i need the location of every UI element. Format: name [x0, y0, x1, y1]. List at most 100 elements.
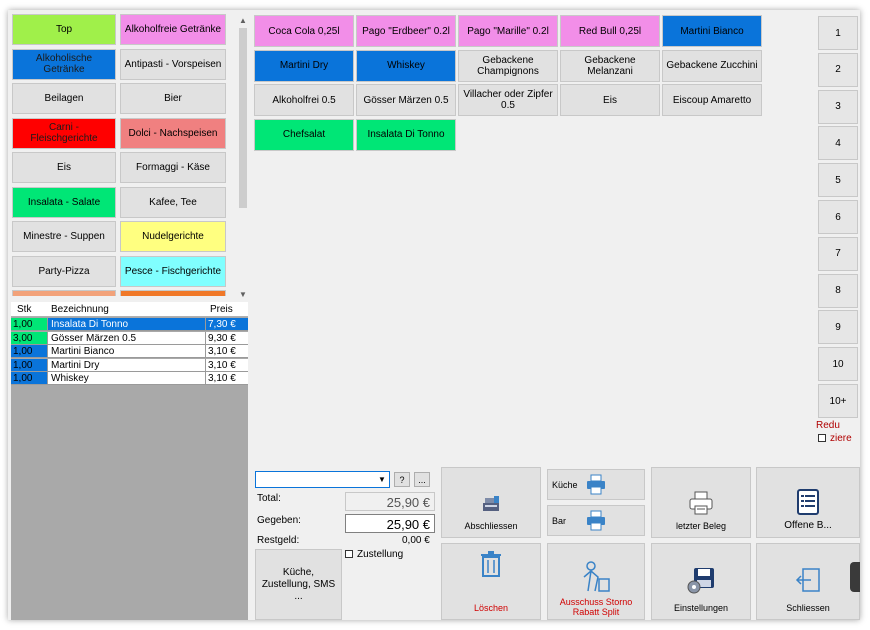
table-number-button[interactable]: 10 [818, 347, 858, 382]
category-button[interactable]: Nudelgerichte [120, 221, 226, 252]
category-button[interactable]: Alkoholische Getränke [12, 48, 116, 80]
col-header-qty: Stk [17, 304, 32, 315]
product-button[interactable]: Eiscoup Amaretto [662, 84, 762, 116]
loeschen-button[interactable]: Löschen [441, 543, 541, 620]
list-document-icon [797, 489, 819, 515]
kueche-print-button[interactable]: Küche [547, 469, 645, 500]
category-button[interactable]: Bier [120, 83, 226, 114]
row-qty: 1,00 [11, 318, 47, 330]
category-button[interactable]: Formaggi - Käse [120, 152, 226, 183]
delivery-checkbox-row[interactable]: Zustellung [345, 549, 403, 560]
product-button[interactable]: Pago "Marille" 0.2l [458, 15, 558, 47]
product-button[interactable]: Eis [560, 84, 660, 116]
offene-belege-button[interactable]: Offene B... [756, 467, 860, 538]
more-button[interactable]: ... [414, 472, 430, 487]
total-value: 25,90 € [345, 492, 435, 511]
product-button[interactable]: Gebackene Zucchini [662, 49, 762, 82]
table-row[interactable]: 1,00 Insalata Di Tonno 7,30 € [11, 318, 248, 331]
table-number-button[interactable]: 8 [818, 273, 858, 308]
table-row[interactable]: 1,00 Whiskey 3,10 € [11, 372, 248, 386]
scroll-down-icon[interactable]: ▼ [237, 288, 249, 300]
product-button[interactable]: Martini Bianco [662, 15, 762, 47]
table-number-button[interactable]: 9 [818, 310, 858, 345]
product-button[interactable]: Gebackene Melanzani [560, 49, 660, 82]
customer-combo[interactable]: ▼ [255, 471, 390, 488]
category-button[interactable]: Alkoholfreie Getränke [120, 14, 226, 45]
scroll-up-icon[interactable]: ▲ [237, 14, 249, 26]
category-button[interactable]: Kafee, Tee [120, 186, 226, 218]
row-name: Martini Bianco [51, 346, 115, 358]
table-number-button[interactable]: 4 [818, 126, 858, 161]
table-number-button[interactable]: 5 [818, 163, 858, 198]
category-partial-right[interactable] [120, 290, 226, 296]
table-number-button[interactable]: 2 [818, 52, 858, 87]
category-button[interactable]: Eis [12, 152, 116, 183]
product-button[interactable]: Whiskey [356, 49, 456, 82]
row-name: Martini Dry [51, 359, 100, 371]
category-button[interactable]: Pesce - Fischgerichte [120, 255, 226, 287]
row-name: Gösser Märzen 0.5 [51, 332, 137, 344]
product-button[interactable]: Insalata Di Tonno [356, 118, 456, 151]
printer-icon [587, 474, 605, 495]
row-qty: 1,00 [11, 358, 47, 371]
order-table[interactable]: Stk Bezeichnung Preis 1,00 Insalata Di To… [11, 302, 248, 620]
category-button[interactable]: Top [12, 14, 116, 45]
kitchen-delivery-sms-button[interactable]: Küche, Zustellung, SMS ... [255, 549, 342, 620]
category-button[interactable]: Minestre - Suppen [12, 221, 116, 252]
delivery-checkbox[interactable] [345, 550, 353, 558]
bar-print-button[interactable]: Bar [547, 505, 645, 536]
category-button[interactable]: Carni - Fleischgerichte [12, 117, 116, 149]
waiter-icon [583, 561, 610, 592]
table-row[interactable]: 3,00 Gösser Märzen 0.5 9,30 € [11, 331, 248, 345]
table-number-button[interactable]: 7 [818, 236, 858, 271]
reduzieren-label: Redu [816, 420, 840, 431]
abschliessen-button[interactable]: Abschliessen [441, 467, 541, 538]
table-number-button[interactable]: 3 [818, 89, 858, 124]
category-partial-left[interactable] [12, 290, 116, 296]
table-row[interactable]: 1,00 Martini Dry 3,10 € [11, 358, 248, 372]
category-button[interactable]: Party-Pizza [12, 255, 116, 287]
ausschuss-storno-button[interactable]: Ausschuss Storno Rabatt Split [547, 543, 645, 620]
reduzieren-checkbox[interactable] [818, 434, 826, 442]
given-input[interactable]: 25,90 € [345, 514, 435, 533]
reduzieren-label-2: ziere [830, 433, 852, 444]
product-button[interactable]: Pago "Erdbeer" 0.2l [356, 15, 456, 47]
help-button[interactable]: ? [394, 472, 410, 487]
given-label: Gegeben: [257, 515, 301, 526]
product-button[interactable]: Coca Cola 0,25l [254, 15, 354, 47]
category-scrollbar[interactable]: ▲ ▼ [237, 14, 249, 300]
einstellungen-button[interactable]: Einstellungen [651, 543, 751, 620]
category-button[interactable]: Dolci - Nachspeisen [120, 117, 226, 149]
delivery-label: Zustellung [357, 549, 404, 560]
table-row[interactable]: 1,00 Martini Bianco 3,10 € [11, 345, 248, 359]
chevron-down-icon[interactable]: ▼ [375, 472, 389, 487]
loeschen-label: Löschen [473, 603, 509, 613]
table-number-button[interactable]: 10+ [818, 384, 858, 418]
category-button[interactable]: Beilagen [12, 83, 116, 114]
product-button[interactable]: Gösser Märzen 0.5 [356, 84, 456, 116]
row-price: 7,30 € [208, 319, 236, 330]
row-name: Whiskey [51, 373, 89, 385]
category-button[interactable]: Antipasti - Vorspeisen [120, 48, 226, 80]
table-number-button[interactable]: 6 [818, 200, 858, 234]
col-header-price: Preis [210, 304, 233, 315]
product-button[interactable]: Alkoholfrei 0.5 [254, 84, 354, 116]
reduzieren-checkbox-row[interactable]: ziere [818, 433, 852, 444]
category-button[interactable]: Insalata - Salate [12, 186, 116, 218]
abschliessen-label: Abschliessen [464, 521, 518, 531]
product-button[interactable]: Red Bull 0,25l [560, 15, 660, 47]
col-header-name: Bezeichnung [51, 304, 109, 315]
product-button[interactable]: Villacher oder Zipfer 0.5 [458, 84, 558, 116]
letzter-beleg-button[interactable]: letzter Beleg [651, 467, 751, 538]
product-button[interactable]: Martini Dry [254, 49, 354, 82]
exit-icon [795, 568, 820, 592]
product-button[interactable]: Gebackene Champignons [458, 49, 558, 82]
table-number-button[interactable]: 1 [818, 16, 858, 50]
cash-register-icon [483, 496, 499, 511]
side-handle[interactable] [850, 562, 860, 592]
einstellungen-label: Einstellungen [673, 603, 729, 613]
product-button[interactable]: Chefsalat [254, 118, 354, 151]
change-label: Restgeld: [257, 535, 300, 546]
schliessen-button[interactable]: Schliessen [756, 543, 860, 620]
scroll-thumb[interactable] [239, 28, 247, 208]
